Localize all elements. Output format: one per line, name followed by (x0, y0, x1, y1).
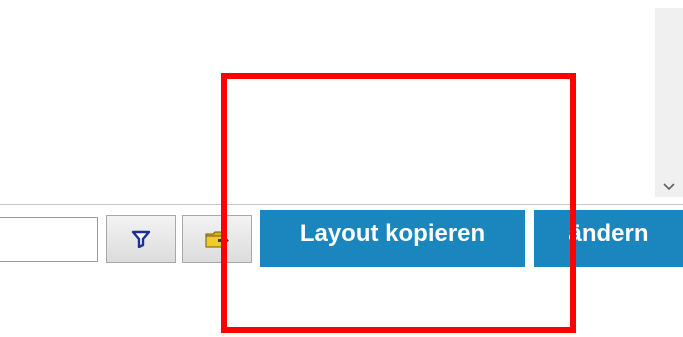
chevron-down-icon (663, 183, 675, 191)
change-button[interactable]: ändern (534, 210, 683, 267)
filter-button[interactable] (106, 215, 176, 263)
highlight-annotation-box (221, 73, 576, 333)
toolbar-divider (0, 204, 683, 205)
filter-funnel-icon (131, 230, 151, 248)
copy-layout-button[interactable]: Layout kopieren (260, 210, 525, 267)
load-layout-button[interactable] (182, 215, 252, 263)
vertical-scrollbar[interactable] (655, 8, 683, 197)
filter-input[interactable] (0, 217, 98, 262)
scroll-down-button[interactable] (655, 179, 683, 195)
folder-load-icon (205, 231, 229, 248)
